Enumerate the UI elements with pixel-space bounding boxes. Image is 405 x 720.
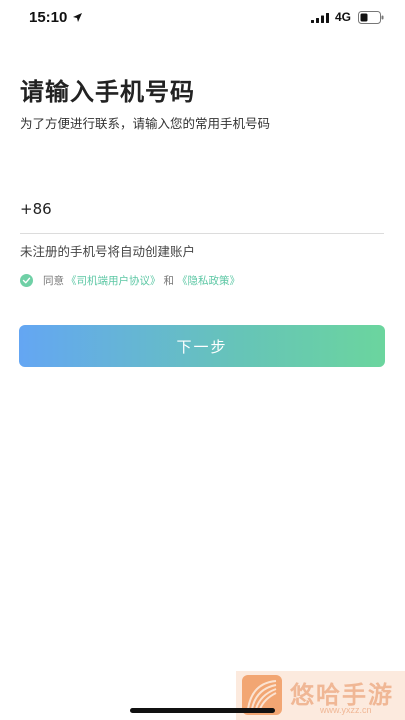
next-step-button[interactable]: 下一步 [19,325,385,367]
page-subtitle: 为了方便进行联系，请输入您的常用手机号码 [20,116,271,131]
status-bar: 15:10 4G [0,0,405,36]
phone-number-input[interactable] [62,197,382,225]
user-agreement-link[interactable]: 《司机端用户协议》 [66,273,161,288]
page-title: 请输入手机号码 [20,78,195,106]
status-time: 15:10 [29,9,68,26]
checkmark-icon [22,277,31,283]
agreement-checkbox[interactable] [20,273,33,287]
agree-label: 同意 [43,274,64,287]
home-indicator[interactable] [130,708,275,713]
agreement-connector: 和 [163,274,175,287]
agreement-row: 同意 《司机端用户协议》 和 《隐私政策》 [20,272,240,288]
location-arrow-icon [73,13,82,22]
battery-icon [358,11,384,24]
login-screen: 15:10 4G 请输入手机号码 为了方便进行联系，请输入您的常用手机号码 +8… [0,0,405,720]
signal-bars-icon [311,13,329,23]
auto-register-hint: 未注册的手机号将自动创建账户 [20,244,196,259]
watermark-url: www.yxzz.cn [320,705,372,715]
phone-number-field[interactable]: +86 [20,195,384,234]
network-type: 4G [335,10,352,24]
privacy-policy-link[interactable]: 《隐私政策》 [177,273,240,288]
country-code[interactable]: +86 [20,200,52,218]
